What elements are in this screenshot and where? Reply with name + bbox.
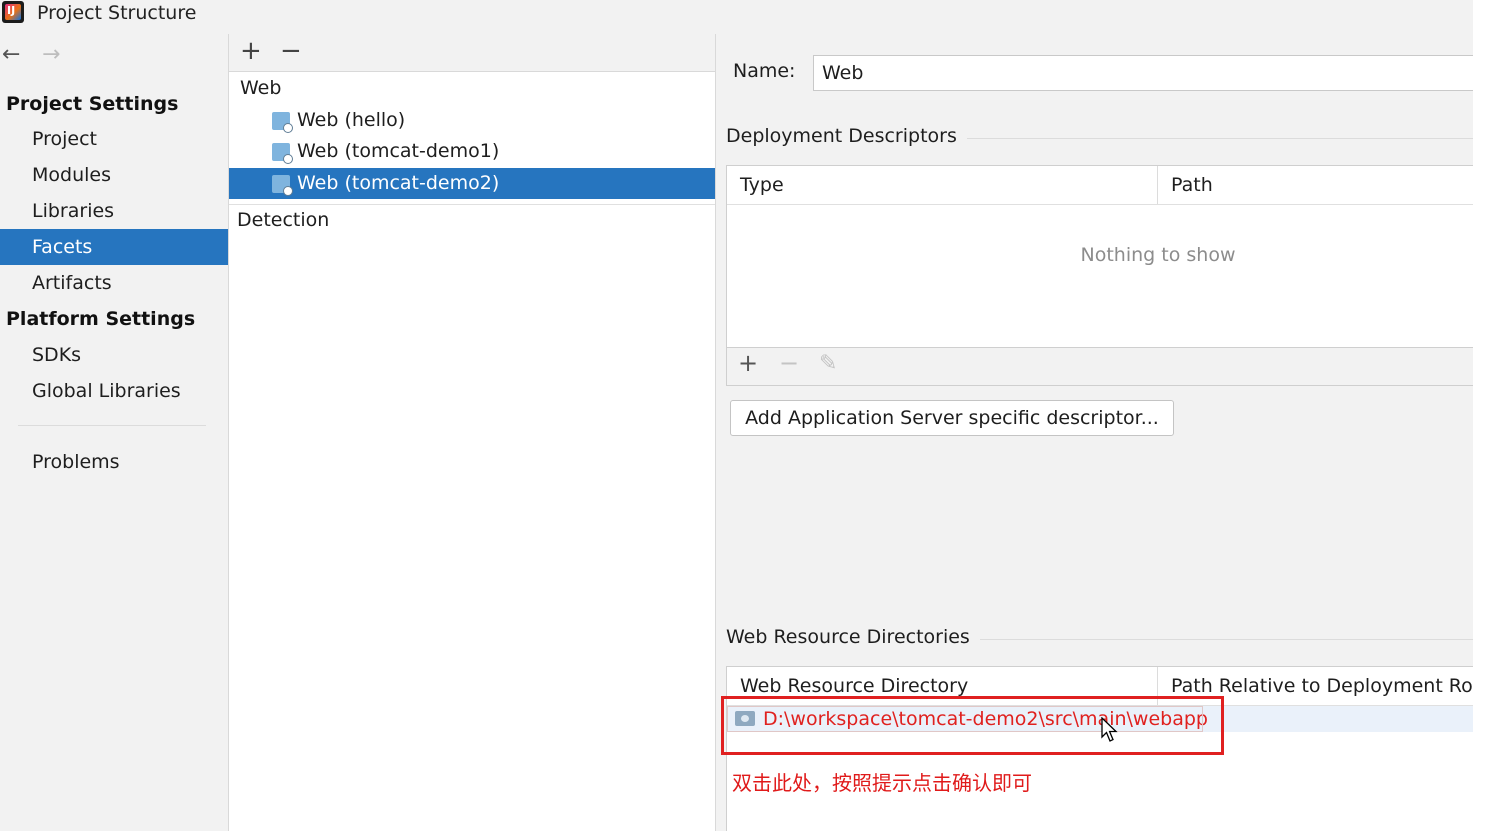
facets-panel: + − Web Web (hello) Web (tomcat-demo1) W… (229, 34, 716, 831)
facet-group-web[interactable]: Web (229, 73, 715, 104)
detection-label: Detection (237, 209, 330, 231)
header-divider (727, 204, 1473, 205)
sidebar-item-libraries[interactable]: Libraries (0, 193, 228, 229)
annotation-hint: 双击此处，按照提示点击确认即可 (732, 771, 1032, 795)
web-resource-directories-title: Web Resource Directories (726, 626, 980, 648)
facet-item-label: Web (tomcat-demo2) (297, 172, 500, 194)
sidebar-divider (18, 425, 206, 426)
deployment-descriptors-title: Deployment Descriptors (726, 125, 967, 147)
detection-item[interactable]: Detection (229, 205, 715, 236)
sidebar-item-project[interactable]: Project (0, 121, 228, 157)
red-highlight-box (721, 696, 1224, 755)
facet-item-label: Web (hello) (297, 109, 406, 131)
project-settings-header: Project Settings (6, 93, 179, 115)
web-facet-icon (272, 112, 293, 133)
sidebar-item-modules[interactable]: Modules (0, 157, 228, 193)
add-server-descriptor-button[interactable]: Add Application Server specific descript… (730, 400, 1174, 436)
sidebar-item-sdks[interactable]: SDKs (0, 337, 228, 373)
facet-item-selected[interactable]: Web (tomcat-demo2) (229, 168, 715, 199)
facet-item[interactable]: Web (tomcat-demo1) (229, 136, 715, 167)
column-header-path[interactable]: Path (1158, 166, 1473, 204)
sidebar-item-global-libraries[interactable]: Global Libraries (0, 373, 228, 409)
window-title: Project Structure (37, 2, 197, 24)
web-facet-icon (272, 175, 293, 196)
mouse-pointer-icon (1101, 717, 1118, 742)
column-header-type[interactable]: Type (727, 166, 1158, 204)
name-label: Name: (733, 60, 796, 82)
descriptors-toolbar: + − ✎ (726, 348, 1473, 386)
name-input[interactable]: Web (813, 55, 1473, 91)
remove-facet-icon[interactable]: − (280, 36, 302, 66)
back-arrow-icon[interactable]: ← (2, 42, 20, 67)
title-bar: Project Structure (0, 0, 1473, 34)
platform-settings-header: Platform Settings (6, 308, 196, 330)
add-descriptor-icon[interactable]: + (738, 349, 758, 377)
remove-descriptor-icon[interactable]: − (779, 349, 799, 377)
deployment-descriptors-table[interactable]: Type Path Nothing to show (726, 165, 1473, 348)
web-facet-icon (272, 143, 293, 164)
add-facet-icon[interactable]: + (240, 36, 262, 66)
edit-pencil-icon[interactable]: ✎ (819, 351, 837, 376)
intellij-app-icon (2, 1, 24, 23)
sidebar-item-problems[interactable]: Problems (0, 444, 228, 480)
facet-group-label: Web (240, 77, 282, 99)
settings-sidebar: ← → Project Settings Project Modules Lib… (0, 34, 229, 831)
facet-item-label: Web (tomcat-demo1) (297, 140, 500, 162)
facets-toolbar: + − (229, 34, 715, 72)
facet-item[interactable]: Web (hello) (229, 105, 715, 136)
forward-arrow-icon[interactable]: → (42, 42, 60, 67)
empty-table-text: Nothing to show (1080, 244, 1236, 266)
sidebar-item-facets[interactable]: Facets (0, 229, 228, 265)
project-structure-window: Project Structure ← → Project Settings P… (0, 0, 1473, 831)
sidebar-item-artifacts[interactable]: Artifacts (0, 265, 228, 301)
